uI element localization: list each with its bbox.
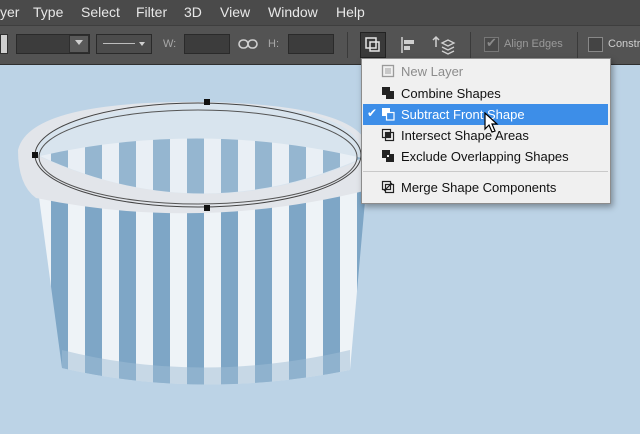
menu-layer[interactable]: yer (0, 4, 19, 20)
menu-item-label: New Layer (401, 64, 464, 79)
exclude-overlapping-shapes-icon (381, 149, 395, 163)
constrain-label: Constr (608, 38, 640, 50)
link-icon[interactable] (238, 36, 258, 52)
menu-filter[interactable]: Filter (136, 4, 167, 20)
menu-help[interactable]: Help (336, 4, 365, 20)
intersect-shape-areas-icon (381, 128, 395, 142)
menu-select[interactable]: Select (81, 4, 120, 20)
separator (347, 32, 348, 58)
checkmark-icon: ✔ (486, 35, 497, 50)
menu-item-exclude-overlapping-shapes[interactable]: Exclude Overlapping Shapes (363, 146, 608, 167)
separator (577, 32, 578, 58)
anchor-point[interactable] (204, 205, 210, 211)
merge-shape-components-icon (381, 180, 395, 194)
menu-window[interactable]: Window (268, 4, 318, 20)
menu-item-label: Exclude Overlapping Shapes (401, 149, 569, 164)
dropdown-button[interactable] (69, 35, 89, 53)
fill-swatch[interactable] (0, 34, 8, 54)
menu-item-label: Combine Shapes (401, 86, 501, 101)
menu-item-label: Intersect Shape Areas (401, 128, 529, 143)
align-edges-label: Align Edges (504, 38, 563, 50)
combine-shapes-icon (381, 86, 395, 100)
anchor-point[interactable] (32, 152, 38, 158)
subtract-front-shape-icon (381, 107, 395, 121)
width-label: W: (163, 38, 177, 50)
menu-divider (363, 171, 608, 172)
path-operations-button[interactable] (360, 32, 386, 58)
width-field[interactable] (184, 34, 230, 54)
menu-item-label: Subtract Front Shape (401, 107, 525, 122)
stroke-line-icon (103, 43, 135, 44)
chevron-down-icon (139, 42, 145, 46)
align-edges-checkbox[interactable]: ✔ (484, 35, 499, 52)
menu-bar: yer Type Select Filter 3D View Window He… (0, 0, 640, 25)
path-operations-icon (365, 37, 380, 52)
menu-item-new-layer[interactable]: New Layer (363, 61, 608, 82)
checkmark-icon: ✔ (367, 106, 378, 120)
stroke-type-select[interactable] (96, 34, 152, 54)
menu-view[interactable]: View (220, 4, 250, 20)
chevron-down-icon (75, 40, 83, 45)
height-field[interactable] (288, 34, 334, 54)
menu-item-label: Merge Shape Components (401, 180, 557, 195)
path-arrangement-icon[interactable] (430, 34, 456, 56)
mouse-cursor-icon (484, 112, 499, 133)
menu-item-merge-shape-components[interactable]: Merge Shape Components (363, 177, 608, 198)
path-alignment-icon[interactable] (398, 34, 420, 56)
new-layer-icon (381, 64, 395, 78)
height-label: H: (268, 38, 279, 50)
menu-type[interactable]: Type (33, 4, 63, 20)
stroke-width-field[interactable] (16, 34, 90, 54)
menu-3d[interactable]: 3D (184, 4, 202, 20)
constrain-checkbox[interactable] (588, 37, 603, 52)
separator (470, 32, 471, 58)
menu-item-combine-shapes[interactable]: Combine Shapes (363, 83, 608, 104)
anchor-point[interactable] (204, 99, 210, 105)
